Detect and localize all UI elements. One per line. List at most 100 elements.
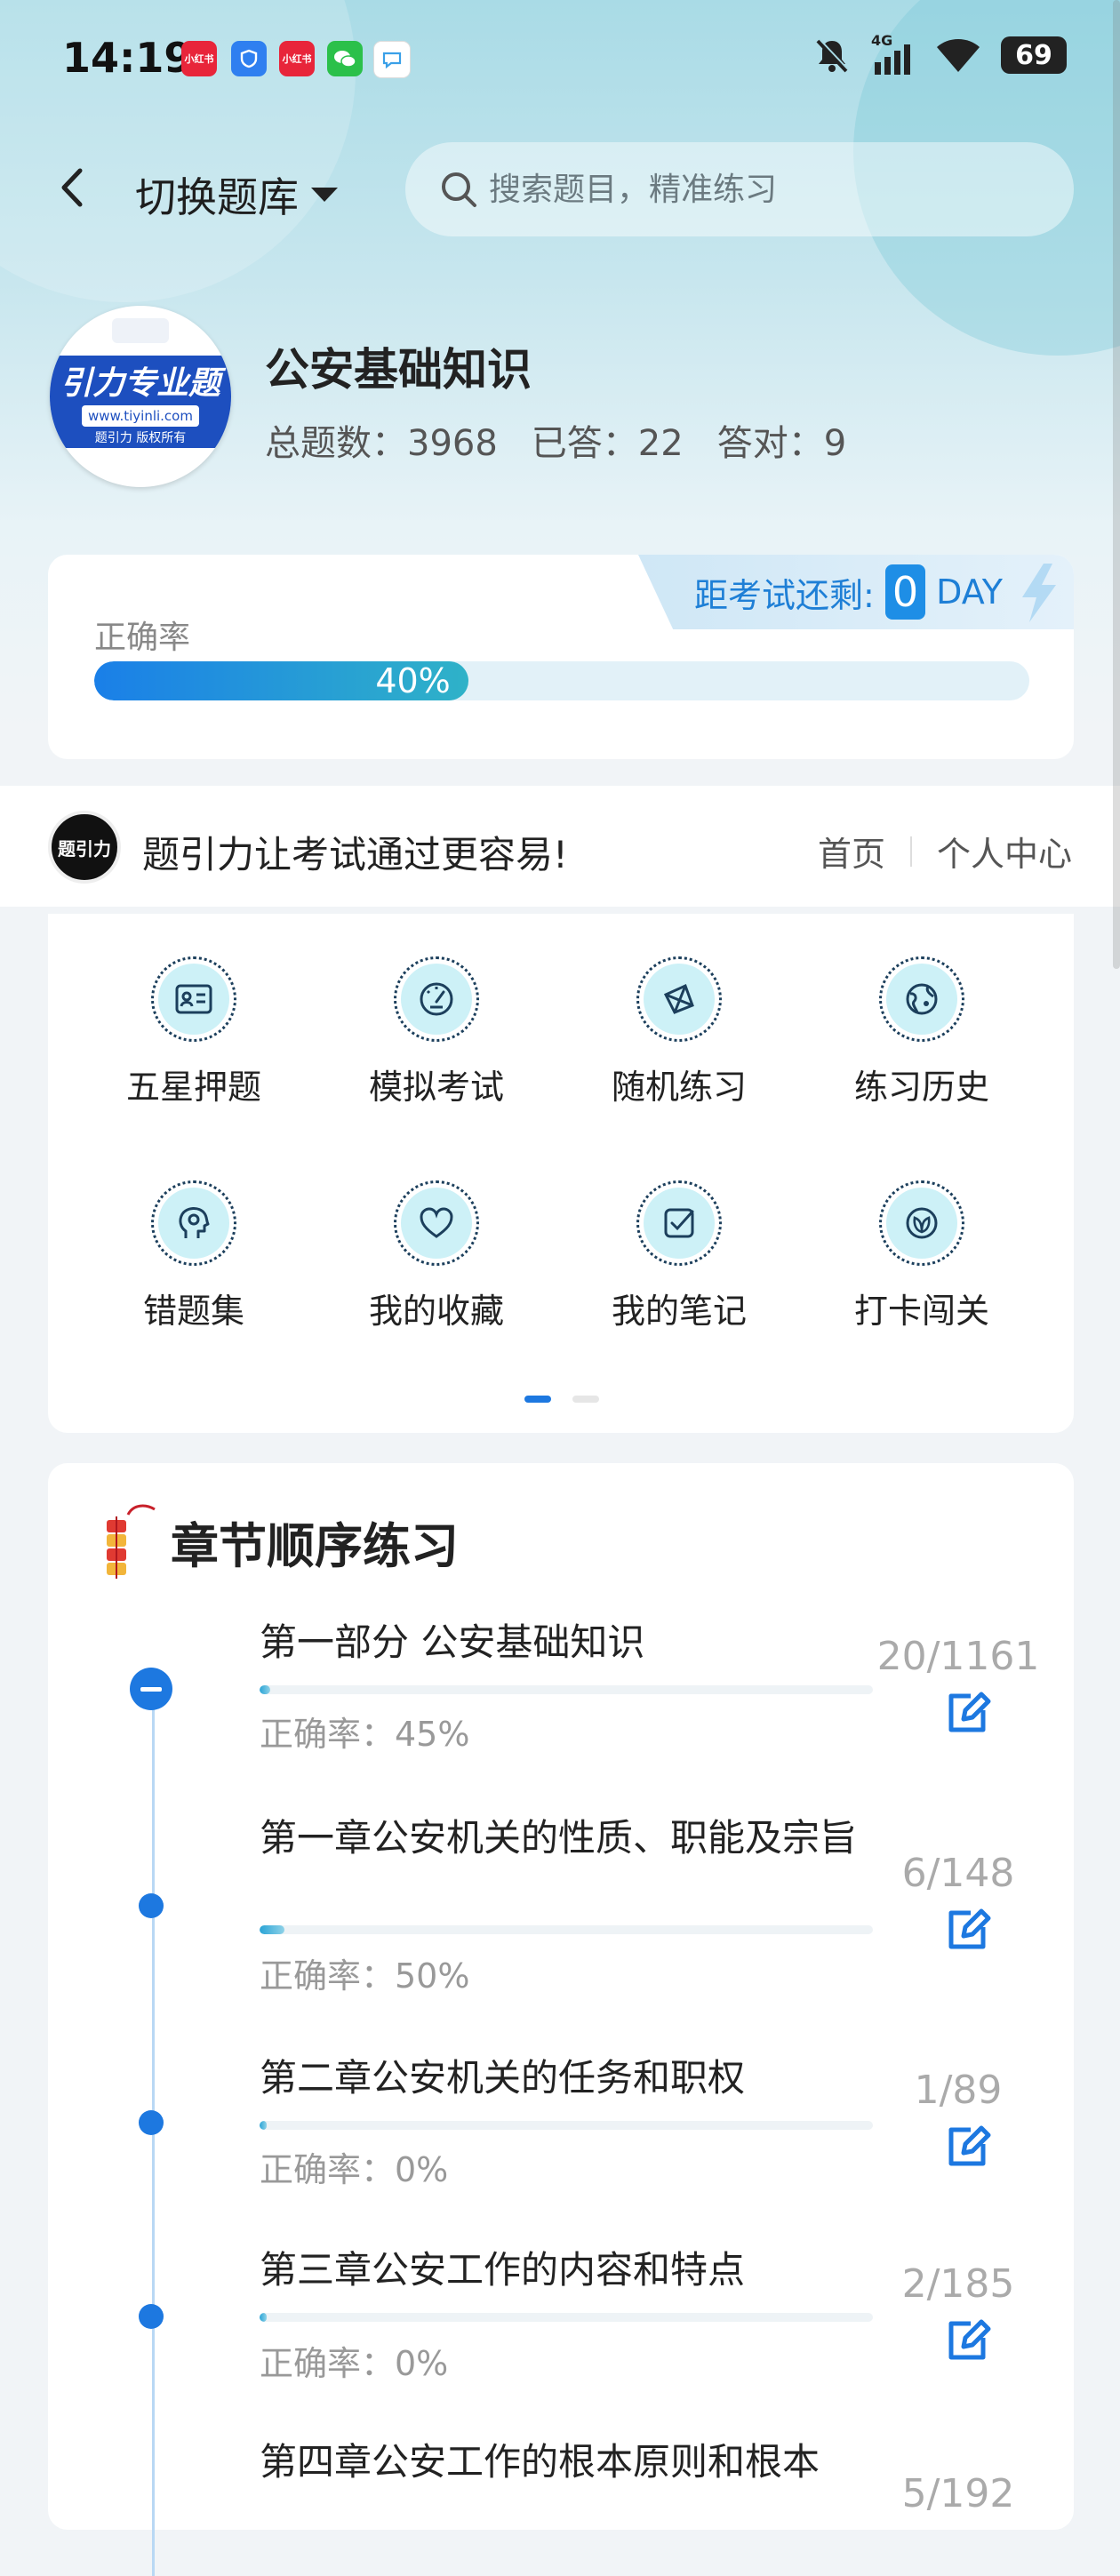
grid-item-five-star[interactable]: 五星押题 [78,956,309,1108]
chapter-accuracy: 正确率：50% [260,1956,470,1996]
status-icons: 4G 69 [812,32,1067,75]
head-icon [179,1207,210,1238]
grid-item-checkin[interactable]: 打卡闯关 [806,1180,1037,1332]
wechat-icon [327,41,363,76]
accuracy-label: 正确率 [94,620,191,656]
chapter-progress-track [260,2121,873,2130]
profile-link[interactable]: 个人中心 [937,827,1072,876]
check-note-icon [664,1208,694,1238]
link-divider [909,836,912,867]
edit-icon[interactable] [940,1685,994,1739]
countdown-days: 0 [884,564,926,620]
mute-bell-icon [816,38,849,73]
chapter-progress-fill [260,1685,270,1694]
chapter-name[interactable]: 第四章公安工作的根本原则和根本 [260,2439,873,2485]
globe-icon [906,983,938,1015]
bank-title: 公安基础知识 [265,344,532,396]
chapter-name[interactable]: 第一章公安机关的性质、职能及宗旨 [260,1815,873,1861]
promo-slogan: 题引力让考试通过更容易! [142,833,568,876]
chapter-practice-card: 章节顺序练习 第一部分 公安基础知识 正确率：45% 20/1161 第一章公安… [48,1463,1074,2576]
search-input[interactable] [487,170,1024,209]
scrollbar-thumb[interactable] [1113,0,1120,969]
grid-item-label: 错题集 [142,1292,244,1331]
collapse-icon[interactable] [130,1668,172,1710]
grid-item-mock-exam[interactable]: 模拟考试 [321,956,552,1108]
chapter-progress-fill [260,2121,267,2130]
search-icon [442,172,476,207]
lightning-icon [1022,564,1056,622]
switch-bank-button[interactable]: 切换题库 [135,165,340,224]
grid-item-label: 五星押题 [125,1068,261,1107]
edit-icon[interactable] [940,1902,994,1956]
chapter-count: 5/192 [901,2471,1015,2516]
accuracy-progress-track: 40% [94,661,1029,700]
grid-item-wrong-questions[interactable]: 错题集 [78,1180,309,1332]
timeline-dot [139,2304,164,2329]
home-link[interactable]: 首页 [818,827,885,876]
exam-countdown: 距考试还剩: 0 DAY [638,555,1074,629]
chapter-accuracy: 正确率：0% [260,2150,449,2189]
countdown-unit: DAY [936,572,1003,612]
edit-icon[interactable] [940,2313,994,2366]
chapter-progress-track [260,1925,873,1934]
grid-item-notes[interactable]: 我的笔记 [564,1180,795,1332]
xiaohongshu-icon: 小红书 [181,41,217,76]
grid-item-label: 模拟考试 [368,1068,504,1107]
chapter-progress-track [260,2313,873,2322]
answered-count: 已答：22 [531,423,684,464]
promo-links: 首页 个人中心 [818,827,1072,876]
chapter-accuracy: 正确率：0% [260,2344,449,2383]
grid-item-label: 随机练习 [611,1068,747,1107]
grid-item-random-practice[interactable]: 随机练习 [564,956,795,1108]
timeline-dot [139,1893,164,1918]
question-bank-logo: 引力专业题 www.tiyinli.com 题引力 版权所有 [50,306,231,487]
grid-item-label: 我的笔记 [611,1292,747,1331]
search-bar[interactable] [405,142,1074,236]
chapter-progress-track [260,1685,873,1694]
back-arrow-icon[interactable] [52,165,96,210]
page-dot-active [524,1396,551,1403]
status-bar: 14:19 小红书 小红书 4G 69 [0,0,1120,121]
chapter-name[interactable]: 第三章公安工作的内容和特点 [260,2247,873,2293]
status-time: 14:19 [62,34,193,82]
page-dot [572,1396,599,1403]
accuracy-card: 距考试还剩: 0 DAY 正确率 40% [48,555,1074,759]
network-icon [663,983,694,1014]
shield-app-icon [231,41,267,76]
chapter-count: 20/1161 [876,1634,1040,1679]
caret-down-icon [311,188,338,202]
grid-item-label: 练习历史 [853,1068,989,1107]
countdown-label: 距考试还剩: [694,575,875,615]
leaf-badge-icon [906,1207,938,1239]
grid-page-indicator [524,1396,599,1403]
chapter-count: 1/89 [914,2068,1003,2113]
chapter-count: 2/185 [901,2261,1015,2307]
grid-item-favorites[interactable]: 我的收藏 [321,1180,552,1332]
speedometer-icon [420,982,453,1016]
edit-icon[interactable] [940,2119,994,2172]
grid-item-label: 打卡闯关 [853,1292,989,1331]
id-card-icon [175,984,212,1014]
accuracy-progress-fill: 40% [94,661,468,700]
grid-item-history[interactable]: 练习历史 [806,956,1037,1108]
chapter-name[interactable]: 第一部分 公安基础知识 [260,1620,873,1666]
grid-item-label: 我的收藏 [368,1292,504,1331]
firecracker-icon [107,1504,156,1579]
heart-icon [420,1207,453,1238]
tiyinli-logo: 题引力 [48,811,121,884]
battery-indicator: 69 [1001,36,1067,74]
timeline-dot [139,2110,164,2135]
chapter-accuracy: 正确率：45% [260,1715,470,1754]
function-grid: 五星押题 模拟考试 随机练习 练习历史 错题集 我的收藏 我的笔记 打卡闯关 [48,914,1074,1433]
correct-count: 答对：9 [716,423,847,464]
xiaohongshu-icon-2: 小红书 [279,41,315,76]
bank-stats: 总题数：3968 已答：22 答对：9 [265,414,846,466]
chapter-name[interactable]: 第二章公安机关的任务和职权 [260,2055,873,2101]
switch-bank-label: 切换题库 [135,173,299,221]
wifi-icon [937,39,980,72]
chapter-count: 6/148 [901,1851,1015,1896]
chapter-progress-fill [260,2313,267,2322]
signal-icon: 4G [871,32,916,75]
chapter-progress-fill [260,1925,284,1934]
chapter-section-title: 章节顺序练习 [171,1517,459,1574]
